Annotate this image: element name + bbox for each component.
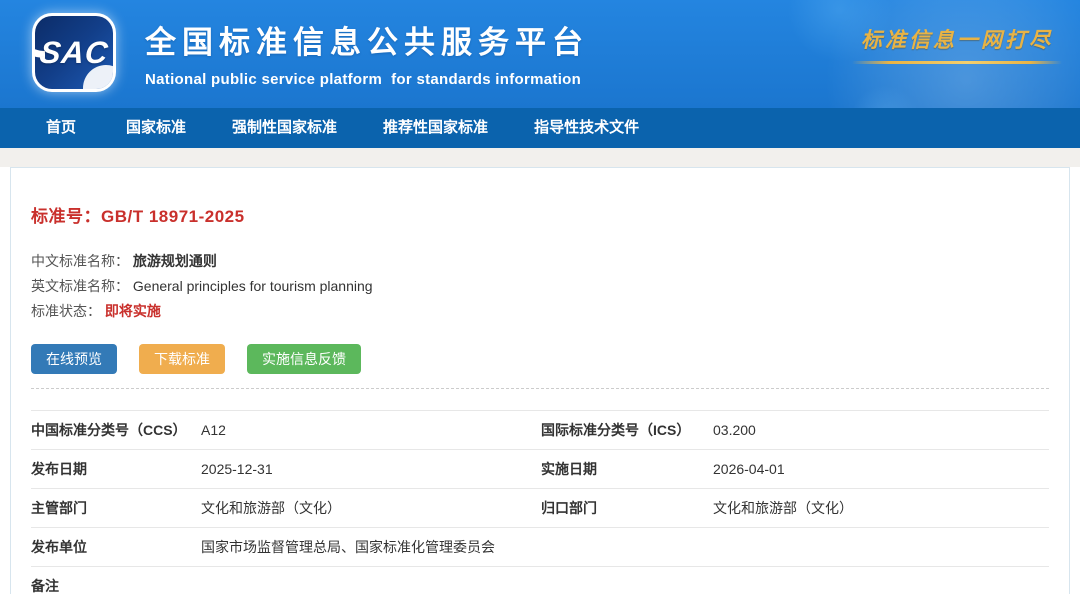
centralized-dept-label: 归口部门 — [541, 498, 713, 518]
standard-number-heading: 标准号：GB/T 18971-2025 — [31, 168, 1049, 227]
section-divider — [31, 388, 1049, 389]
main-nav: 首页 国家标准 强制性国家标准 推荐性国家标准 指导性技术文件 — [0, 108, 1080, 148]
status-badge: 即将实施 — [105, 303, 161, 319]
field-name-en-value: General principles for tourism planning — [133, 278, 373, 294]
sac-logo-text: SAC — [38, 35, 110, 71]
issuing-unit-value: 国家市场监督管理总局、国家标准化管理委员会 — [201, 537, 1049, 557]
implementation-feedback-button[interactable]: 实施信息反馈 — [247, 344, 361, 374]
slogan-block: 标准信息一网打尽 — [852, 24, 1062, 64]
ics-value: 03.200 — [713, 422, 1049, 438]
publish-date-label: 发布日期 — [31, 459, 201, 479]
implement-date-value: 2026-04-01 — [713, 461, 1049, 477]
nav-item-home[interactable]: 首页 — [38, 108, 84, 148]
remarks-label: 备注 — [31, 576, 201, 594]
ics-label: 国际标准分类号（ICS） — [541, 420, 713, 440]
site-title-chinese: 全国标准信息公共服务平台 — [145, 17, 589, 62]
slogan-underline — [852, 61, 1062, 64]
ccs-value: A12 — [201, 422, 541, 438]
nav-item-guiding-documents[interactable]: 指导性技术文件 — [526, 108, 647, 148]
site-title-english: National public service platform for sta… — [145, 71, 589, 88]
nav-item-recommended-standards[interactable]: 推荐性国家标准 — [375, 108, 496, 148]
sac-logo[interactable]: SAC — [32, 13, 116, 92]
centralized-dept-value: 文化和旅游部（文化） — [713, 498, 1049, 518]
field-status-label: 标准状态： — [31, 303, 101, 319]
table-row: 备注 — [31, 566, 1049, 594]
field-name-cn-label: 中文标准名称： — [31, 253, 129, 269]
field-name-cn: 中文标准名称： 旅游规划通则 — [31, 249, 1049, 274]
standard-attributes-table: 中国标准分类号（CCS） A12 国际标准分类号（ICS） 03.200 发布日… — [31, 410, 1049, 594]
field-name-en-label: 英文标准名称： — [31, 278, 129, 294]
online-preview-button[interactable]: 在线预览 — [31, 344, 117, 374]
action-buttons: 在线预览 下载标准 实施信息反馈 — [31, 344, 1049, 374]
competent-dept-label: 主管部门 — [31, 498, 201, 518]
table-row: 发布单位 国家市场监督管理总局、国家标准化管理委员会 — [31, 527, 1049, 566]
nav-item-national-standards[interactable]: 国家标准 — [118, 108, 194, 148]
standard-number-value: GB/T 18971-2025 — [101, 207, 245, 226]
sub-nav-strip — [0, 148, 1080, 167]
ccs-label: 中国标准分类号（CCS） — [31, 420, 201, 440]
table-row: 中国标准分类号（CCS） A12 国际标准分类号（ICS） 03.200 — [31, 410, 1049, 449]
standard-detail-card: 标准号：GB/T 18971-2025 中文标准名称： 旅游规划通则 英文标准名… — [10, 167, 1070, 594]
site-title-block: 全国标准信息公共服务平台 National public service pla… — [145, 17, 589, 88]
field-name-cn-value: 旅游规划通则 — [133, 253, 217, 269]
standard-fields: 中文标准名称： 旅游规划通则 英文标准名称： General principle… — [31, 249, 1049, 324]
implement-date-label: 实施日期 — [541, 459, 713, 479]
download-standard-button[interactable]: 下载标准 — [139, 344, 225, 374]
table-row: 主管部门 文化和旅游部（文化） 归口部门 文化和旅游部（文化） — [31, 488, 1049, 527]
standard-number-label: 标准号： — [31, 207, 101, 226]
site-header: SAC 全国标准信息公共服务平台 National public service… — [0, 0, 1080, 108]
field-name-en: 英文标准名称： General principles for tourism p… — [31, 274, 1049, 299]
field-status: 标准状态： 即将实施 — [31, 299, 1049, 324]
slogan-text: 标准信息一网打尽 — [852, 24, 1062, 54]
issuing-unit-label: 发布单位 — [31, 537, 201, 557]
sac-logo-mark: SAC — [35, 16, 113, 89]
nav-item-mandatory-standards[interactable]: 强制性国家标准 — [224, 108, 345, 148]
publish-date-value: 2025-12-31 — [201, 461, 541, 477]
table-row: 发布日期 2025-12-31 实施日期 2026-04-01 — [31, 449, 1049, 488]
competent-dept-value: 文化和旅游部（文化） — [201, 498, 541, 518]
